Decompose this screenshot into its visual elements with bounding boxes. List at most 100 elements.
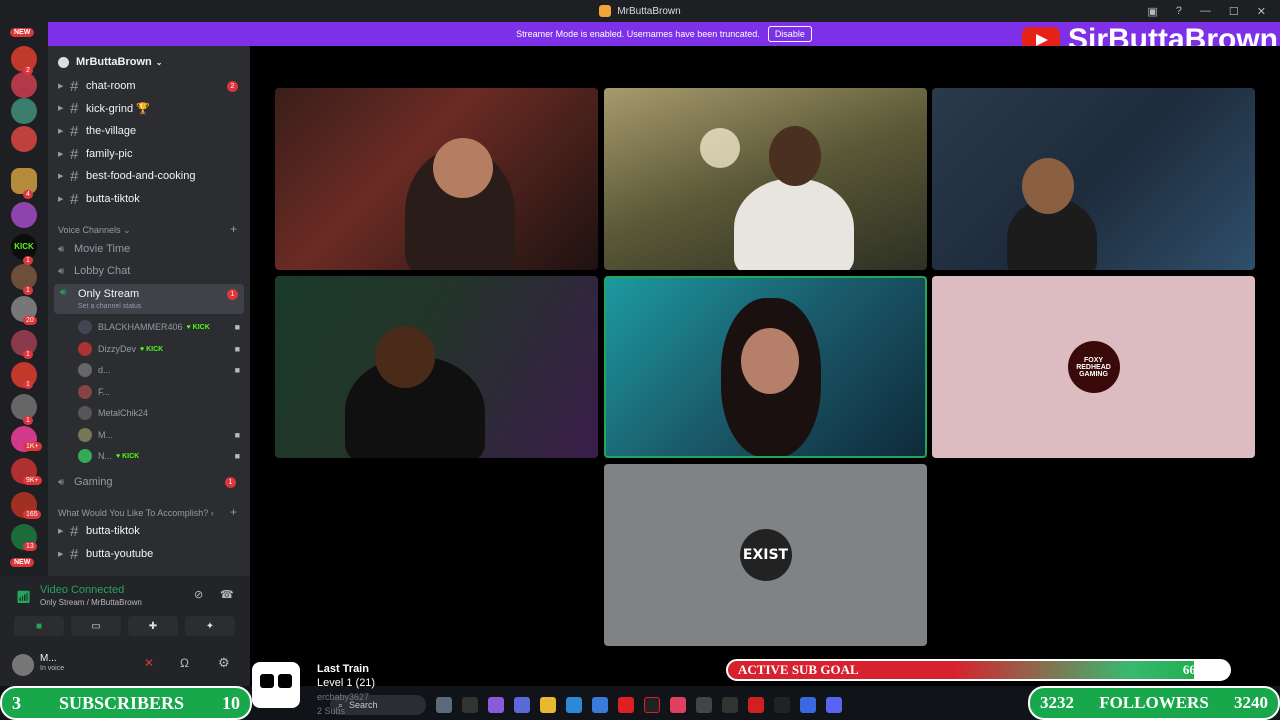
store-icon[interactable] [592, 697, 608, 713]
hash-icon: # [70, 545, 79, 563]
taskbar-app-icon[interactable] [800, 697, 816, 713]
voice-channel-gaming[interactable]: 🔊︎ Gaming 1 [58, 472, 244, 492]
camera-button[interactable]: ■ [14, 616, 64, 636]
taskbar-app-icon[interactable] [488, 697, 504, 713]
add-channel-icon[interactable]: + [230, 505, 237, 519]
voice-user[interactable]: DizzyDev ♥ KICK ■ [78, 340, 244, 358]
avatar [78, 342, 92, 356]
channel-kick-grind[interactable]: ▶ # kick-grind 🏆 [58, 98, 244, 118]
exist-logo: EXIST [739, 529, 792, 581]
avatar[interactable] [12, 654, 34, 676]
channel-label: family-pic [86, 148, 133, 160]
noise-suppression-icon[interactable]: ⊘ [194, 588, 203, 601]
window-controls: ▣ ? — ☐ ✕ [1147, 0, 1280, 22]
channel-status[interactable]: Set a channel status [78, 303, 141, 310]
server-icon[interactable] [11, 98, 37, 124]
expand-arrow-icon: ▶ [58, 83, 64, 90]
category-accomplish[interactable]: What Would You Like To Accomplish? › [58, 508, 214, 518]
hash-icon: # [70, 522, 79, 540]
followers-counter: 3232 FOLLOWERS 3240 [1028, 686, 1280, 720]
channel-butta-youtube[interactable]: ▶ # butta-youtube [58, 544, 244, 564]
mute-icon[interactable]: ✕ [144, 656, 154, 670]
video-tile-avatar[interactable]: FOXY REDHEAD GAMING [932, 276, 1255, 458]
folder-icon[interactable] [540, 697, 556, 713]
close-button[interactable]: ✕ [1257, 5, 1266, 18]
disconnect-icon[interactable]: ☎ [220, 588, 234, 601]
add-channel-icon[interactable]: + [230, 222, 237, 236]
channel-family-pic[interactable]: ▶ # family-pic [58, 144, 244, 164]
taskbar-app-icon[interactable] [436, 697, 452, 713]
chevron-right-icon: › [210, 508, 214, 518]
camera-icon: ■ [234, 344, 240, 354]
taskbar-app-icon[interactable] [644, 697, 660, 713]
server-header[interactable]: MrButtaBrown ⌄ ⚇ [48, 46, 286, 78]
voice-user[interactable]: N... ♥ KICK ■ [78, 447, 244, 465]
hype-train-info: Last Train Level 1 (21) ercbaby3627 2 Su… [317, 662, 375, 718]
server-icon[interactable] [11, 72, 37, 98]
voice-user[interactable]: BLACKHAMMER406 ♥ KICK ■ [78, 318, 244, 336]
voice-user[interactable]: F... [78, 383, 244, 401]
connection-location[interactable]: Only Stream / MrButtaBrown [40, 598, 142, 607]
speaker-icon: 🔊︎ [58, 476, 65, 488]
taskbar-app-icon[interactable] [462, 697, 478, 713]
channel-label: Gaming [74, 476, 113, 488]
video-tile[interactable] [932, 88, 1255, 270]
train-level: Level 1 (21) [317, 677, 376, 689]
youtube-app-icon[interactable] [618, 697, 634, 713]
headphones-icon[interactable]: Ω [180, 656, 189, 670]
video-tile-speaking[interactable] [604, 276, 927, 458]
voice-channel-movie-time[interactable]: 🔊︎ Movie Time [58, 239, 244, 259]
server-name: MrButtaBrown [76, 56, 152, 68]
voice-channel-lobby-chat[interactable]: 🔊︎ Lobby Chat [58, 261, 244, 281]
expand-arrow-icon: ▶ [58, 551, 64, 558]
maximize-button[interactable]: ☐ [1229, 5, 1239, 18]
help-icon[interactable]: ? [1176, 5, 1182, 17]
user-name: d... [98, 365, 111, 375]
server-icon[interactable] [11, 202, 37, 228]
disable-button[interactable]: Disable [767, 26, 812, 42]
user-name: M... [98, 430, 113, 440]
channel-best-food[interactable]: ▶ # best-food-and-cooking [58, 166, 244, 186]
speaker-icon: 🔊︎ [58, 243, 65, 255]
taskbar-app-icon[interactable] [748, 697, 764, 713]
channel-butta-tiktok[interactable]: ▶ # butta-tiktok [58, 189, 244, 209]
video-tile[interactable] [604, 88, 927, 270]
voice-category[interactable]: Voice Channels ⌄ [58, 225, 131, 236]
category-label: Voice Channels [58, 225, 121, 235]
expand-arrow-icon: ▶ [58, 151, 64, 158]
edge-icon[interactable] [566, 697, 582, 713]
voice-user[interactable]: M... ■ [78, 426, 244, 444]
voice-user[interactable]: d... ■ [78, 361, 244, 379]
discord-icon[interactable] [826, 697, 842, 713]
video-tile[interactable] [275, 276, 598, 458]
signal-icon[interactable]: 📶︎ [16, 590, 31, 604]
server-icon[interactable] [11, 126, 37, 152]
camera-icon: ■ [234, 451, 240, 461]
tiktok-icon[interactable] [670, 697, 686, 713]
soundboard-button[interactable]: ✦ [185, 616, 235, 636]
window-titlebar: MrButtaBrown ▣ ? — ☐ ✕ [0, 0, 1280, 22]
channel-the-village[interactable]: ▶ # the-village [58, 121, 244, 141]
video-tile-avatar[interactable]: EXIST [604, 464, 927, 646]
inbox-icon[interactable]: ▣ [1147, 5, 1157, 18]
active-voice-channel[interactable]: 🔊︎ Only Stream Set a channel status 1 [54, 284, 244, 314]
video-tile[interactable] [275, 88, 598, 270]
user-name: N... [98, 451, 113, 461]
server-badge: 1 [23, 286, 33, 295]
activities-button[interactable]: ✚ [128, 616, 178, 636]
channel-butta-tiktok-2[interactable]: ▶ # butta-tiktok [58, 521, 244, 541]
user-name: F... [98, 387, 111, 397]
channel-chat-room[interactable]: ▶ # chat-room 2 [58, 76, 244, 96]
minimize-button[interactable]: — [1200, 5, 1211, 17]
taskbar-app-icon[interactable] [722, 697, 738, 713]
taskbar-app-icon[interactable] [696, 697, 712, 713]
avatar [78, 406, 92, 420]
settings-gear-icon[interactable]: ⚙ [218, 655, 230, 671]
camera-icon: ■ [234, 322, 240, 332]
voice-user[interactable]: MetalChik24 [78, 404, 244, 422]
avatar [78, 428, 92, 442]
capcut-icon[interactable] [774, 697, 790, 713]
screen-share-button[interactable]: ▭ [71, 616, 121, 636]
app-logo-icon [599, 5, 612, 17]
taskbar-app-icon[interactable] [514, 697, 530, 713]
